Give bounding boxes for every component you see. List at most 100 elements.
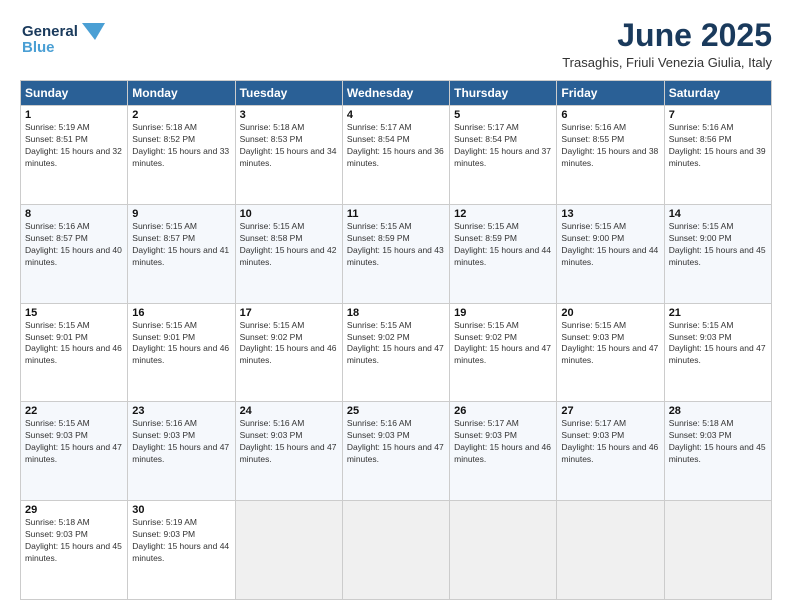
table-row: 12Sunrise: 5:15 AMSunset: 8:59 PMDayligh…	[450, 204, 557, 303]
day-info: Sunrise: 5:15 AMSunset: 9:03 PMDaylight:…	[25, 418, 123, 466]
table-row: 17Sunrise: 5:15 AMSunset: 9:02 PMDayligh…	[235, 303, 342, 402]
day-number: 21	[669, 307, 767, 319]
day-number: 19	[454, 307, 552, 319]
day-info: Sunrise: 5:15 AMSunset: 8:57 PMDaylight:…	[132, 221, 230, 269]
logo-svg: General Blue	[20, 18, 110, 63]
day-number: 9	[132, 208, 230, 220]
day-number: 2	[132, 109, 230, 121]
svg-text:Blue: Blue	[22, 39, 55, 56]
table-row: 1Sunrise: 5:19 AMSunset: 8:51 PMDaylight…	[21, 106, 128, 205]
day-info: Sunrise: 5:18 AMSunset: 8:52 PMDaylight:…	[132, 122, 230, 170]
svg-text:General: General	[22, 23, 78, 40]
day-number: 18	[347, 307, 445, 319]
day-info: Sunrise: 5:16 AMSunset: 8:57 PMDaylight:…	[25, 221, 123, 269]
day-number: 10	[240, 208, 338, 220]
day-number: 12	[454, 208, 552, 220]
table-row: 9Sunrise: 5:15 AMSunset: 8:57 PMDaylight…	[128, 204, 235, 303]
day-info: Sunrise: 5:15 AMSunset: 9:02 PMDaylight:…	[240, 320, 338, 368]
table-row: 7Sunrise: 5:16 AMSunset: 8:56 PMDaylight…	[664, 106, 771, 205]
table-row	[664, 501, 771, 600]
day-number: 24	[240, 405, 338, 417]
day-info: Sunrise: 5:16 AMSunset: 9:03 PMDaylight:…	[240, 418, 338, 466]
day-info: Sunrise: 5:15 AMSunset: 9:00 PMDaylight:…	[669, 221, 767, 269]
table-row: 11Sunrise: 5:15 AMSunset: 8:59 PMDayligh…	[342, 204, 449, 303]
table-row: 2Sunrise: 5:18 AMSunset: 8:52 PMDaylight…	[128, 106, 235, 205]
day-info: Sunrise: 5:18 AMSunset: 9:03 PMDaylight:…	[669, 418, 767, 466]
table-row: 25Sunrise: 5:16 AMSunset: 9:03 PMDayligh…	[342, 402, 449, 501]
day-number: 6	[561, 109, 659, 121]
day-info: Sunrise: 5:15 AMSunset: 9:00 PMDaylight:…	[561, 221, 659, 269]
day-info: Sunrise: 5:16 AMSunset: 9:03 PMDaylight:…	[132, 418, 230, 466]
table-row: 16Sunrise: 5:15 AMSunset: 9:01 PMDayligh…	[128, 303, 235, 402]
day-info: Sunrise: 5:18 AMSunset: 9:03 PMDaylight:…	[25, 517, 123, 565]
day-info: Sunrise: 5:17 AMSunset: 8:54 PMDaylight:…	[347, 122, 445, 170]
header-saturday: Saturday	[664, 81, 771, 106]
day-number: 4	[347, 109, 445, 121]
day-info: Sunrise: 5:18 AMSunset: 8:53 PMDaylight:…	[240, 122, 338, 170]
calendar-week-row: 1Sunrise: 5:19 AMSunset: 8:51 PMDaylight…	[21, 106, 772, 205]
day-number: 22	[25, 405, 123, 417]
table-row: 13Sunrise: 5:15 AMSunset: 9:00 PMDayligh…	[557, 204, 664, 303]
day-number: 17	[240, 307, 338, 319]
calendar-week-row: 8Sunrise: 5:16 AMSunset: 8:57 PMDaylight…	[21, 204, 772, 303]
table-row: 22Sunrise: 5:15 AMSunset: 9:03 PMDayligh…	[21, 402, 128, 501]
day-number: 15	[25, 307, 123, 319]
day-number: 25	[347, 405, 445, 417]
day-number: 1	[25, 109, 123, 121]
day-info: Sunrise: 5:19 AMSunset: 9:03 PMDaylight:…	[132, 517, 230, 565]
day-number: 30	[132, 504, 230, 516]
day-number: 14	[669, 208, 767, 220]
day-info: Sunrise: 5:15 AMSunset: 9:01 PMDaylight:…	[25, 320, 123, 368]
table-row: 21Sunrise: 5:15 AMSunset: 9:03 PMDayligh…	[664, 303, 771, 402]
title-block: June 2025 Trasaghis, Friuli Venezia Giul…	[562, 18, 772, 70]
header-sunday: Sunday	[21, 81, 128, 106]
day-info: Sunrise: 5:15 AMSunset: 9:03 PMDaylight:…	[669, 320, 767, 368]
header-friday: Friday	[557, 81, 664, 106]
table-row: 6Sunrise: 5:16 AMSunset: 8:55 PMDaylight…	[557, 106, 664, 205]
table-row: 10Sunrise: 5:15 AMSunset: 8:58 PMDayligh…	[235, 204, 342, 303]
weekday-header-row: Sunday Monday Tuesday Wednesday Thursday…	[21, 81, 772, 106]
table-row: 3Sunrise: 5:18 AMSunset: 8:53 PMDaylight…	[235, 106, 342, 205]
day-number: 28	[669, 405, 767, 417]
day-number: 29	[25, 504, 123, 516]
table-row: 27Sunrise: 5:17 AMSunset: 9:03 PMDayligh…	[557, 402, 664, 501]
logo: General Blue	[20, 18, 110, 63]
table-row	[342, 501, 449, 600]
header: General Blue June 2025 Trasaghis, Friuli…	[20, 18, 772, 70]
table-row: 19Sunrise: 5:15 AMSunset: 9:02 PMDayligh…	[450, 303, 557, 402]
table-row: 24Sunrise: 5:16 AMSunset: 9:03 PMDayligh…	[235, 402, 342, 501]
table-row: 4Sunrise: 5:17 AMSunset: 8:54 PMDaylight…	[342, 106, 449, 205]
table-row: 14Sunrise: 5:15 AMSunset: 9:00 PMDayligh…	[664, 204, 771, 303]
table-row: 8Sunrise: 5:16 AMSunset: 8:57 PMDaylight…	[21, 204, 128, 303]
table-row: 26Sunrise: 5:17 AMSunset: 9:03 PMDayligh…	[450, 402, 557, 501]
calendar-week-row: 15Sunrise: 5:15 AMSunset: 9:01 PMDayligh…	[21, 303, 772, 402]
day-info: Sunrise: 5:19 AMSunset: 8:51 PMDaylight:…	[25, 122, 123, 170]
page: General Blue June 2025 Trasaghis, Friuli…	[0, 0, 792, 612]
table-row: 23Sunrise: 5:16 AMSunset: 9:03 PMDayligh…	[128, 402, 235, 501]
location: Trasaghis, Friuli Venezia Giulia, Italy	[562, 55, 772, 70]
table-row	[235, 501, 342, 600]
day-info: Sunrise: 5:15 AMSunset: 9:01 PMDaylight:…	[132, 320, 230, 368]
day-info: Sunrise: 5:15 AMSunset: 8:58 PMDaylight:…	[240, 221, 338, 269]
day-info: Sunrise: 5:15 AMSunset: 9:03 PMDaylight:…	[561, 320, 659, 368]
table-row: 20Sunrise: 5:15 AMSunset: 9:03 PMDayligh…	[557, 303, 664, 402]
day-number: 27	[561, 405, 659, 417]
day-number: 23	[132, 405, 230, 417]
day-info: Sunrise: 5:16 AMSunset: 9:03 PMDaylight:…	[347, 418, 445, 466]
table-row: 5Sunrise: 5:17 AMSunset: 8:54 PMDaylight…	[450, 106, 557, 205]
day-number: 8	[25, 208, 123, 220]
day-info: Sunrise: 5:17 AMSunset: 8:54 PMDaylight:…	[454, 122, 552, 170]
header-wednesday: Wednesday	[342, 81, 449, 106]
table-row: 29Sunrise: 5:18 AMSunset: 9:03 PMDayligh…	[21, 501, 128, 600]
table-row	[557, 501, 664, 600]
day-info: Sunrise: 5:15 AMSunset: 8:59 PMDaylight:…	[347, 221, 445, 269]
day-info: Sunrise: 5:16 AMSunset: 8:56 PMDaylight:…	[669, 122, 767, 170]
day-info: Sunrise: 5:17 AMSunset: 9:03 PMDaylight:…	[561, 418, 659, 466]
day-number: 13	[561, 208, 659, 220]
calendar-week-row: 22Sunrise: 5:15 AMSunset: 9:03 PMDayligh…	[21, 402, 772, 501]
day-info: Sunrise: 5:16 AMSunset: 8:55 PMDaylight:…	[561, 122, 659, 170]
day-info: Sunrise: 5:15 AMSunset: 9:02 PMDaylight:…	[347, 320, 445, 368]
day-info: Sunrise: 5:15 AMSunset: 9:02 PMDaylight:…	[454, 320, 552, 368]
header-thursday: Thursday	[450, 81, 557, 106]
day-number: 16	[132, 307, 230, 319]
